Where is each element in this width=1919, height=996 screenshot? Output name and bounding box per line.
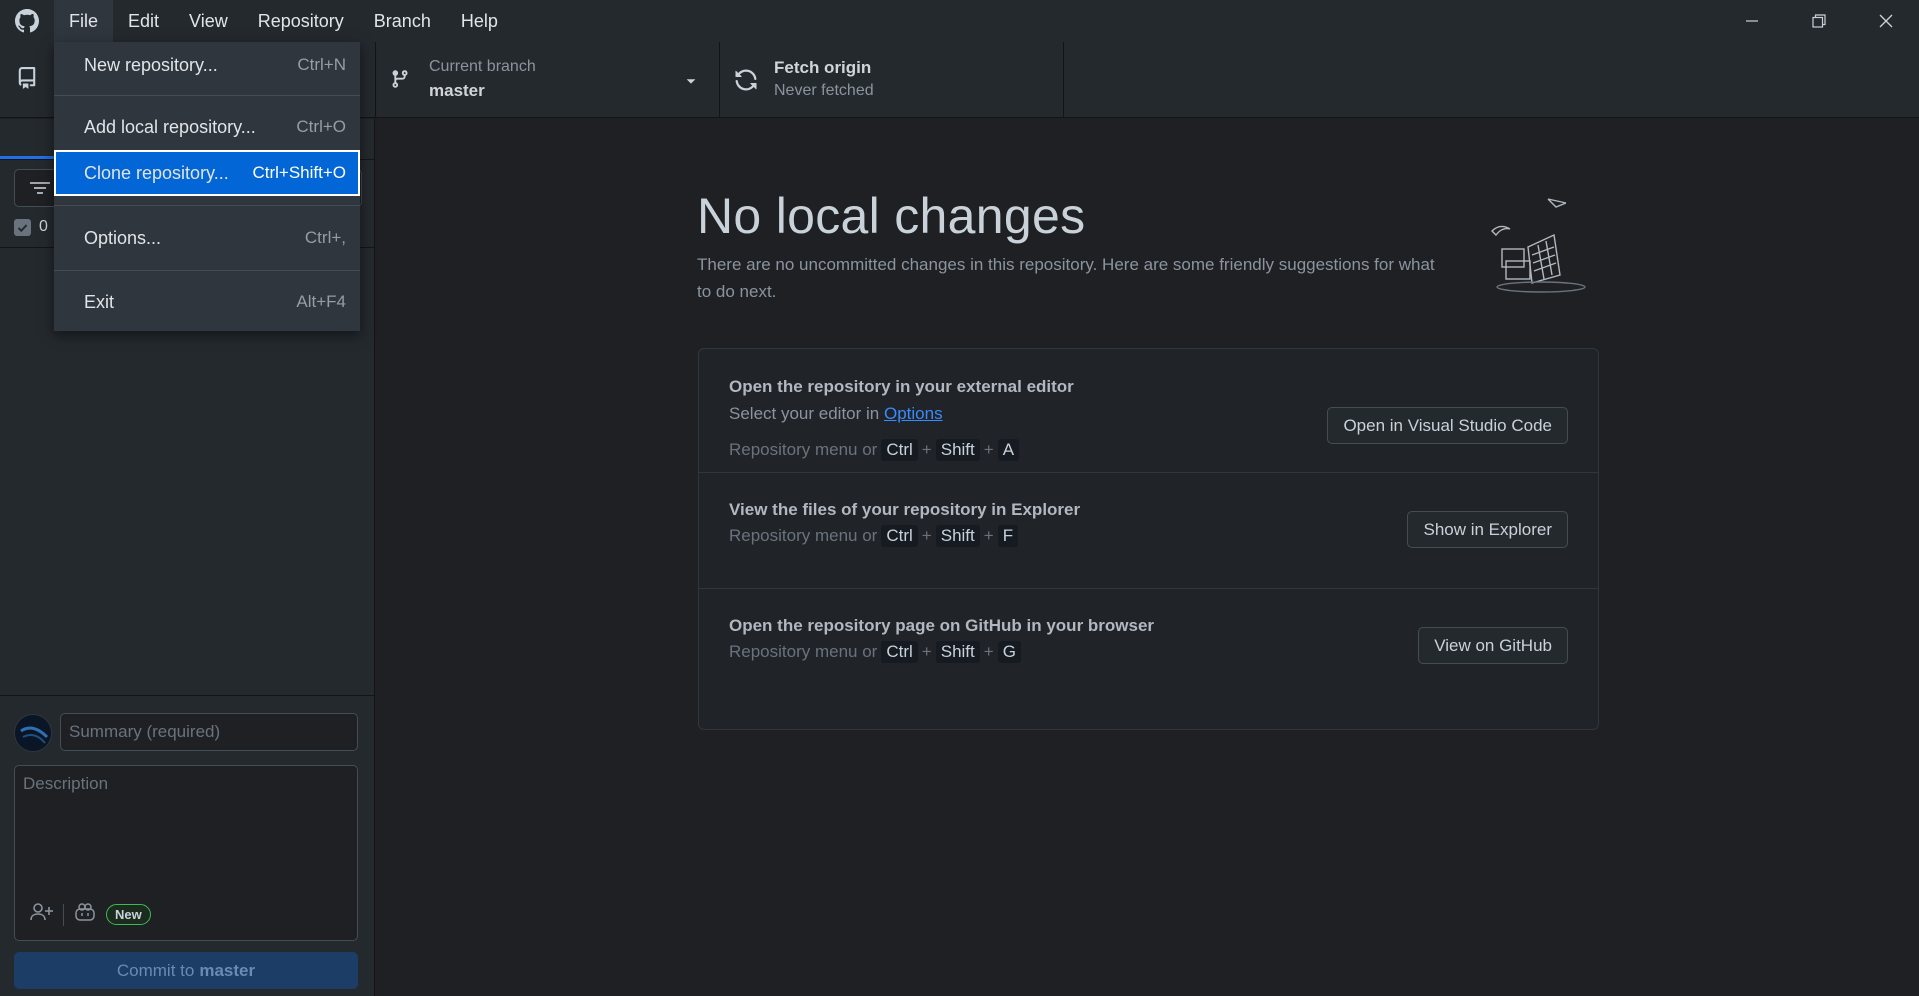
github-icon[interactable] [0, 0, 54, 42]
close-icon [1879, 14, 1892, 28]
select-all-checkbox[interactable]: 0 [14, 218, 48, 236]
close-window-button[interactable] [1852, 0, 1919, 42]
suggestion-detail: Select your editor in Options [729, 404, 943, 423]
summary-input[interactable] [60, 713, 358, 751]
checkbox-icon [14, 218, 31, 236]
page-description: There are no uncommitted changes in this… [697, 255, 1435, 301]
toolbar-separator [63, 903, 64, 926]
minimize-button[interactable] [1718, 0, 1785, 42]
new-badge: New [106, 904, 151, 925]
description-toolbar: New [29, 902, 151, 927]
filter-icon [29, 179, 51, 202]
description-input[interactable] [23, 774, 349, 874]
current-branch-selector[interactable]: Current branch master [376, 42, 720, 118]
kbd-key: F [997, 525, 1019, 547]
accelerator: Ctrl+Shift+O [252, 163, 346, 182]
minimize-icon [1745, 20, 1758, 22]
empty-state-illustration-icon [1486, 189, 1596, 299]
menu-help[interactable]: Help [446, 0, 513, 42]
commit-button[interactable]: Commit to master [14, 952, 358, 989]
person-add-icon[interactable] [29, 902, 53, 927]
menu-item-new-repository[interactable]: New repository... Ctrl+N [54, 42, 360, 88]
main-content: No local changes There are no uncommitte… [376, 119, 1919, 996]
accelerator: Alt+F4 [296, 292, 346, 311]
branch-label: Current branch [429, 58, 536, 75]
menu-separator [54, 270, 360, 271]
restore-button[interactable] [1785, 0, 1852, 42]
kbd-key: Shift [935, 641, 980, 663]
description-box: New [14, 765, 358, 941]
menu-edit[interactable]: Edit [113, 0, 174, 42]
copilot-icon[interactable] [74, 902, 96, 927]
suggestion-external-editor: Open the repository in your external edi… [699, 349, 1598, 473]
menu-bar: File Edit View Repository Branch Help [54, 0, 513, 42]
menu-separator [54, 95, 360, 96]
caret-down-icon [684, 73, 698, 93]
restore-icon [1811, 14, 1826, 28]
commit-form: New Commit to master [0, 695, 375, 996]
suggestion-shortcut: Repository menu or Ctrl + Shift + G [729, 641, 1021, 663]
suggestion-show-in-explorer: View the files of your repository in Exp… [699, 473, 1598, 589]
fetch-status: Never fetched [774, 82, 874, 99]
accelerator: Ctrl+, [304, 228, 346, 247]
menu-view[interactable]: View [174, 0, 243, 42]
kbd-key: Ctrl [881, 641, 918, 663]
kbd-key: Shift [935, 439, 980, 461]
suggestion-title: Open the repository in your external edi… [729, 377, 1074, 396]
suggestion-title: View the files of your repository in Exp… [729, 500, 1081, 519]
kbd-key: Ctrl [881, 525, 918, 547]
menu-item-options[interactable]: Options... Ctrl+, [54, 215, 360, 261]
commit-button-branch: master [199, 960, 256, 980]
suggestion-shortcut: Repository menu or Ctrl + Shift + F [729, 525, 1019, 547]
menu-file[interactable]: File [54, 0, 114, 42]
title-bar: File Edit View Repository Branch Help [0, 0, 1919, 42]
repo-icon [16, 66, 38, 95]
menu-branch[interactable]: Branch [359, 0, 446, 42]
page-title: No local changes [697, 188, 1086, 244]
menu-item-exit[interactable]: Exit Alt+F4 [54, 279, 360, 325]
changed-files-count: 0 [39, 218, 48, 235]
kbd-key: Shift [935, 525, 980, 547]
fetch-origin-button[interactable]: Fetch origin Never fetched [720, 42, 1064, 118]
file-menu-dropdown: New repository... Ctrl+N Add local repos… [54, 42, 360, 331]
accelerator: Ctrl+O [296, 117, 346, 136]
show-in-explorer-button[interactable]: Show in Explorer [1407, 511, 1568, 548]
fetch-label: Fetch origin [774, 58, 872, 77]
suggestion-title: Open the repository page on GitHub in yo… [729, 616, 1155, 635]
kbd-key: Ctrl [881, 439, 918, 461]
menu-item-clone-repository[interactable]: Clone repository... Ctrl+Shift+O [54, 150, 360, 196]
options-link[interactable]: Options [884, 404, 943, 423]
kbd-key: G [997, 641, 1021, 663]
accelerator: Ctrl+N [297, 55, 346, 74]
suggestion-shortcut: Repository menu or Ctrl + Shift + A [729, 439, 1020, 461]
menu-item-add-local-repository[interactable]: Add local repository... Ctrl+O [54, 104, 360, 150]
view-on-github-button[interactable]: View on GitHub [1418, 627, 1568, 664]
menu-repository[interactable]: Repository [243, 0, 359, 42]
menu-separator [54, 205, 360, 206]
avatar [14, 714, 52, 752]
sync-icon [734, 68, 758, 97]
kbd-key: A [997, 439, 1020, 461]
commit-button-prefix: Commit to [116, 960, 195, 980]
git-branch-icon [390, 68, 410, 95]
suggestions-list: Open the repository in your external edi… [698, 348, 1599, 730]
suggestion-view-on-github: Open the repository page on GitHub in yo… [699, 589, 1598, 729]
branch-name: master [429, 81, 485, 100]
open-in-editor-button[interactable]: Open in Visual Studio Code [1327, 407, 1568, 444]
window-controls [1718, 0, 1919, 42]
